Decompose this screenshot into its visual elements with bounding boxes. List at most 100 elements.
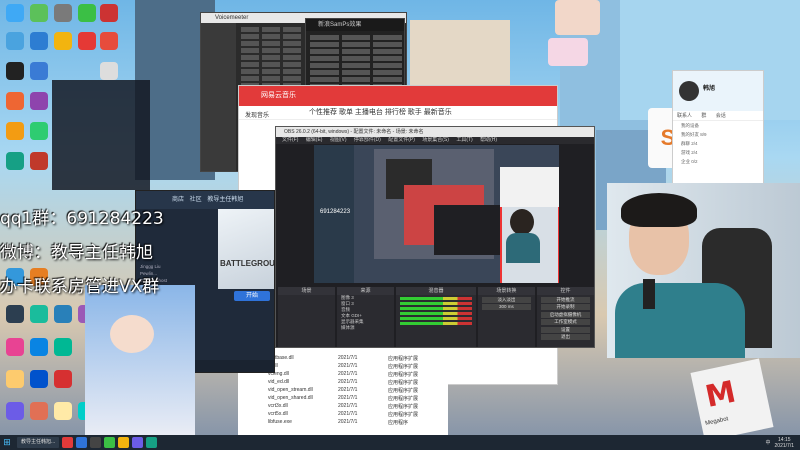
start-record-button[interactable]: 开始录制 bbox=[540, 304, 590, 310]
desktop-icon[interactable] bbox=[54, 305, 72, 323]
game-banner[interactable]: BATTLEGROUNDS bbox=[218, 209, 275, 289]
desktop-icon[interactable] bbox=[78, 4, 96, 22]
profile-tabs[interactable]: 联系人 群 会话 bbox=[673, 111, 763, 121]
obs-dock-row: 场景 来源 图像 3 窗口 3 音频 文本 GDI+ 显示器采集 媒体源 混音器… bbox=[276, 287, 594, 347]
desktop-icon[interactable] bbox=[6, 152, 24, 170]
file-row[interactable]: vid_ed.dll 2021/7/1 应用程序扩展 bbox=[238, 379, 448, 387]
obs-preview-qq-number: 691284223 bbox=[320, 209, 351, 215]
start-stream-button[interactable]: 开始推流 bbox=[540, 296, 590, 303]
obs-sources-dock[interactable]: 来源 图像 3 窗口 3 音频 文本 GDI+ 显示器采集 媒体源 bbox=[337, 287, 395, 347]
audio-meter bbox=[400, 307, 472, 310]
desktop-icon[interactable] bbox=[54, 338, 72, 356]
exit-button[interactable]: 退出 bbox=[540, 334, 590, 340]
play-button[interactable]: 开始 bbox=[234, 291, 270, 301]
ime-indicator[interactable]: 中 bbox=[766, 439, 771, 446]
music-title: 网易云音乐 bbox=[261, 92, 296, 99]
source-item[interactable]: 媒体源 bbox=[337, 325, 394, 331]
system-clock[interactable]: 14:15 2021/7/1 bbox=[775, 437, 794, 449]
desktop-icon[interactable] bbox=[30, 152, 48, 170]
desktop-icon[interactable] bbox=[30, 370, 48, 388]
desktop-icon[interactable] bbox=[54, 402, 72, 420]
desktop-icon[interactable] bbox=[6, 338, 24, 356]
desktop-icon[interactable] bbox=[6, 370, 24, 388]
taskbar-app-icon[interactable] bbox=[104, 437, 116, 448]
desktop-icon[interactable] bbox=[78, 32, 96, 50]
audio-meter bbox=[400, 297, 472, 300]
obs-preview[interactable]: 691284223 bbox=[314, 145, 559, 283]
desktop-icon[interactable] bbox=[6, 62, 24, 80]
effect-window-title: 新浪SamPs效果 bbox=[306, 19, 404, 31]
desktop-icon[interactable] bbox=[100, 62, 118, 80]
taskbar-app-icon[interactable] bbox=[132, 437, 144, 448]
profile-row[interactable]: 企业 0/2 bbox=[673, 157, 763, 166]
avatar[interactable] bbox=[679, 81, 699, 101]
qq-profile-panel[interactable]: 韩旭 联系人 群 会话 我的设备 我的好友 8/9 群聊 2/4 游戏 2/4 … bbox=[672, 70, 764, 198]
file-row[interactable]: vcrt5x.dll 2021/7/1 应用程序扩展 bbox=[238, 411, 448, 419]
settings-button[interactable]: 设置 bbox=[540, 326, 590, 333]
obs-mixer-dock[interactable]: 混音器 bbox=[396, 287, 476, 347]
brand-name: Megabot bbox=[704, 416, 729, 427]
desktop-icon[interactable] bbox=[30, 62, 48, 80]
duration-field[interactable]: 300 ms bbox=[481, 304, 531, 310]
background-sign bbox=[410, 20, 510, 90]
desktop-icon[interactable] bbox=[54, 4, 72, 22]
profile-row[interactable]: 游戏 2/4 bbox=[673, 148, 763, 157]
desktop-icon[interactable] bbox=[30, 305, 48, 323]
audio-meter bbox=[400, 322, 472, 325]
windows-start-icon[interactable]: ⊞ bbox=[0, 435, 14, 450]
file-row[interactable]: vcrt3x.dll 2021/7/1 应用程序扩展 bbox=[238, 403, 448, 411]
desktop-icon[interactable] bbox=[6, 305, 24, 323]
taskbar-app-icon[interactable] bbox=[90, 437, 102, 448]
studio-mode-button[interactable]: 工作室模式 bbox=[540, 319, 590, 325]
obs-transition-dock[interactable]: 场景转换 淡入淡出 300 ms bbox=[477, 287, 535, 347]
game-title: BATTLEGROUNDS bbox=[220, 259, 275, 268]
system-tray: 中 14:15 2021/7/1 bbox=[766, 437, 800, 449]
profile-row[interactable]: 我的设备 bbox=[673, 121, 763, 130]
obs-scenes-dock[interactable]: 场景 bbox=[278, 287, 336, 347]
desktop-icon[interactable] bbox=[30, 4, 48, 22]
obs-window[interactable]: OBS 26.0.2 (64-bit, windows) - 配置文件: 未命名… bbox=[275, 126, 595, 348]
desktop-icon[interactable] bbox=[6, 122, 24, 140]
desktop-icon[interactable] bbox=[30, 122, 48, 140]
transition-select[interactable]: 淡入淡出 bbox=[481, 296, 531, 303]
taskbar-active-window[interactable]: 教导主任韩旭... bbox=[17, 437, 60, 448]
desktop-icon[interactable] bbox=[100, 32, 118, 50]
desktop-icon[interactable] bbox=[30, 402, 48, 420]
music-sidebar-label[interactable]: 发现音乐 bbox=[245, 110, 269, 119]
taskbar-app-icon[interactable] bbox=[118, 437, 130, 448]
audio-meter bbox=[400, 302, 472, 305]
desktop-icon[interactable] bbox=[30, 92, 48, 110]
profile-list: 我的设备 我的好友 8/9 群聊 2/4 游戏 2/4 企业 0/2 bbox=[673, 121, 763, 166]
profile-header: 韩旭 bbox=[673, 71, 763, 111]
profile-row[interactable]: 我的好友 8/9 bbox=[673, 130, 763, 139]
profile-name: 韩旭 bbox=[703, 86, 716, 92]
webcam-feed bbox=[607, 183, 800, 358]
obs-controls-dock[interactable]: 控件 开始推流 开始录制 启动虚拟摄像机 工作室模式 设置 退出 bbox=[536, 287, 594, 347]
desktop-icon[interactable] bbox=[54, 32, 72, 50]
file-row[interactable]: vid_open_stream.dll 2021/7/1 应用程序扩展 bbox=[238, 387, 448, 395]
profile-row[interactable]: 群聊 2/4 bbox=[673, 139, 763, 148]
desktop-icon[interactable] bbox=[6, 402, 24, 420]
virtual-camera-button[interactable]: 启动虚拟摄像机 bbox=[540, 311, 590, 318]
desktop-icon[interactable] bbox=[54, 370, 72, 388]
friend-item[interactable]: Jinggg Liu bbox=[140, 263, 218, 270]
desktop-icon[interactable] bbox=[30, 32, 48, 50]
taskbar-app-icon[interactable] bbox=[62, 437, 74, 448]
stream-chat-panel bbox=[52, 80, 150, 190]
desktop-icon[interactable] bbox=[6, 4, 24, 22]
desktop-icon[interactable] bbox=[100, 4, 118, 22]
obs-title: OBS 26.0.2 (64-bit, windows) - 配置文件: 未命名… bbox=[276, 127, 594, 137]
mixer-side-panel bbox=[201, 23, 236, 171]
file-row[interactable]: vid_open_shared.dll 2021/7/1 应用程序扩展 bbox=[238, 395, 448, 403]
overlay-membership: 办卡联系房管进VX群 bbox=[0, 277, 160, 297]
desktop-icon[interactable] bbox=[6, 92, 24, 110]
audio-meter bbox=[400, 317, 472, 320]
controls-header: 控件 bbox=[536, 287, 594, 295]
file-row[interactable]: libfuse.exe 2021/7/1 应用程序 bbox=[238, 419, 448, 427]
taskbar-app-icon[interactable] bbox=[146, 437, 158, 448]
music-tabs[interactable]: 个性推荐 歌单 主播电台 排行榜 歌手 最新音乐 bbox=[239, 106, 557, 120]
desktop-icon[interactable] bbox=[6, 32, 24, 50]
taskbar-app-icon[interactable] bbox=[76, 437, 88, 448]
desktop-icon[interactable] bbox=[30, 338, 48, 356]
obs-menu-bar[interactable]: 文件(F) 编辑(E) 视图(V) 停靠部件(D) 配置文件(P) 场景集合(S… bbox=[276, 137, 594, 144]
